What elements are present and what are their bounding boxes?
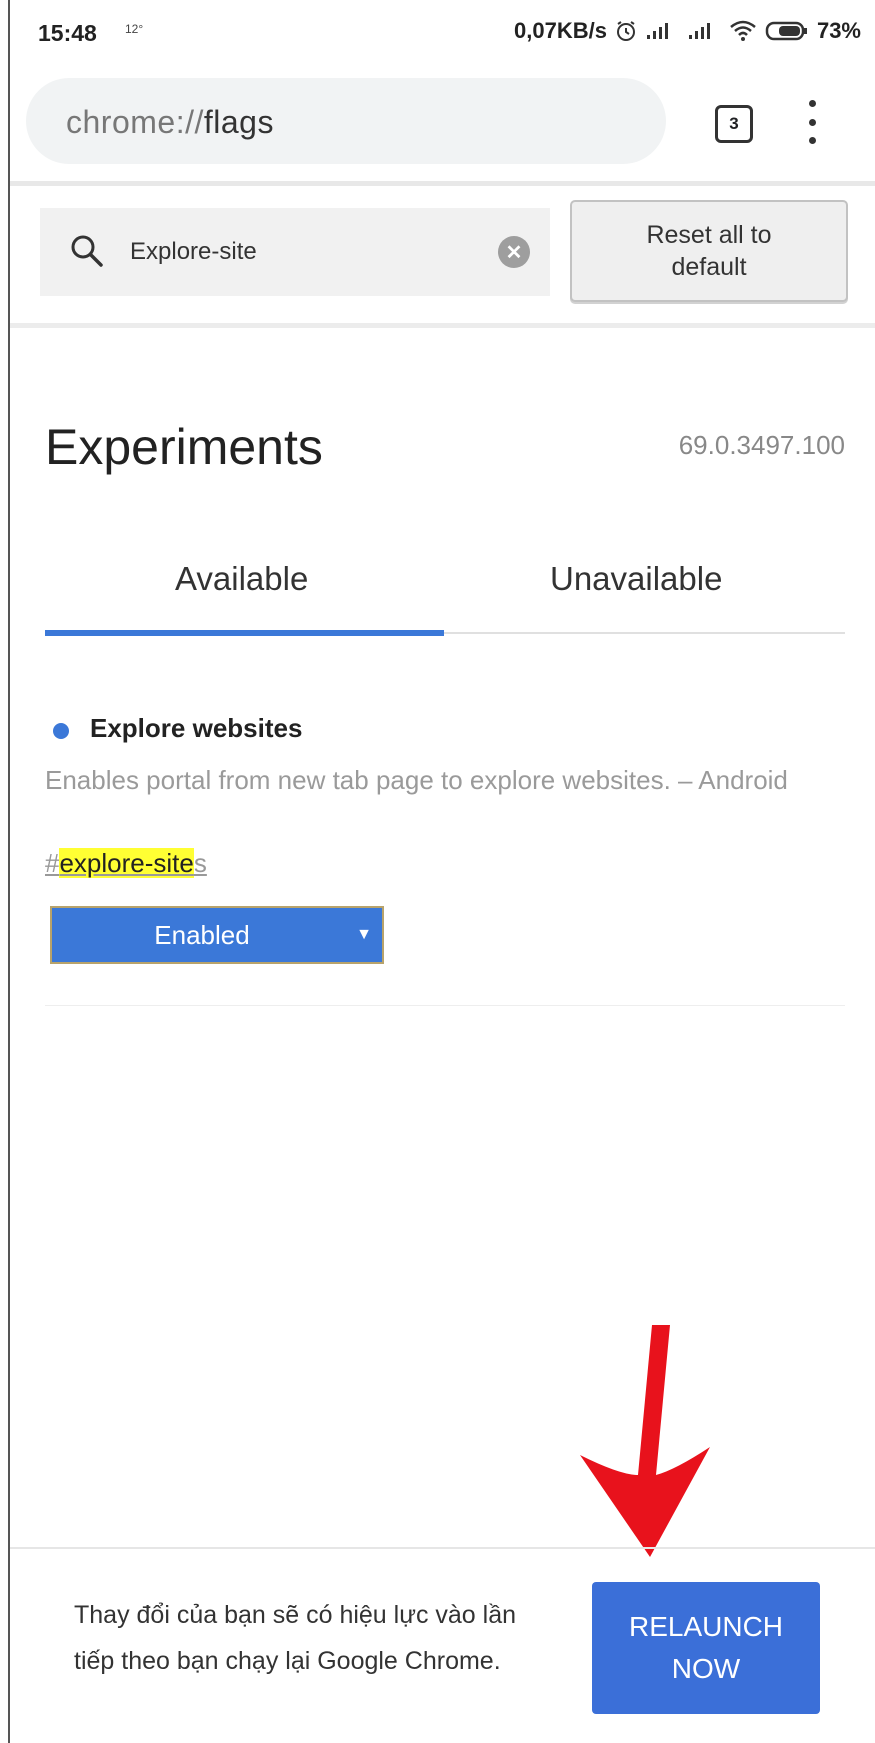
status-bar: 15:48 12° 0,07KB/s 73% [10, 0, 875, 70]
reset-label-line1: Reset all to [646, 221, 772, 249]
tab-unavailable[interactable]: Unavailable [550, 560, 722, 598]
chrome-version: 69.0.3497.100 [678, 430, 845, 460]
url-path: flags [203, 104, 274, 140]
status-time: 15:48 [38, 20, 97, 46]
relaunch-label-line2: NOW [671, 1653, 741, 1684]
tab-switcher-button[interactable]: 3 [715, 105, 753, 143]
url-scheme: chrome:// [66, 104, 204, 140]
relaunch-message-line2: tiếp theo bạn chạy lại Google Chrome. [74, 1647, 501, 1675]
status-right-group: 0,07KB/s 73% [514, 18, 861, 44]
flag-link-prefix: # [45, 848, 60, 878]
relaunch-now-button[interactable]: RELAUNCH NOW [592, 1582, 820, 1714]
signal-icon [645, 21, 679, 41]
flag-link-suffix: s [193, 848, 207, 878]
battery-icon [765, 20, 809, 42]
address-bar[interactable]: chrome://flags [26, 78, 666, 164]
signal-icon-2 [687, 21, 721, 41]
flags-search-input[interactable]: Explore-site ✕ [40, 208, 550, 296]
wifi-icon [729, 20, 757, 42]
relaunch-bar-divider [10, 1547, 875, 1549]
address-bar-url: chrome://flags [66, 104, 274, 141]
reset-all-button[interactable]: Reset all to default [570, 200, 848, 302]
clear-search-icon[interactable]: ✕ [498, 236, 530, 268]
page: 15:48 12° 0,07KB/s 73% chrome://flags 3 [10, 0, 875, 1743]
relaunch-label-line1: RELAUNCH [628, 1611, 784, 1642]
page-title: Experiments [45, 419, 323, 475]
flag-divider [45, 1005, 845, 1006]
red-arrow-annotation [580, 1325, 710, 1557]
flag-description: Enables portal from new tab page to expl… [45, 765, 788, 795]
flag-enabled-indicator [53, 723, 69, 739]
flag-title: Explore websites [90, 713, 303, 743]
search-input-value[interactable]: Explore-site [130, 238, 257, 266]
flag-link-highlight: explore-site [59, 848, 194, 878]
status-temperature: 12° [125, 22, 144, 36]
tab-available[interactable]: Available [175, 560, 308, 598]
network-speed: 0,07KB/s [514, 18, 607, 43]
reset-label-line2: default [671, 253, 747, 281]
tab-active-indicator [45, 630, 444, 636]
battery-percent: 73% [816, 18, 861, 43]
flag-anchor-link[interactable]: #explore-sites [45, 848, 207, 879]
dropdown-arrow-icon: ▼ [356, 926, 372, 943]
search-divider [10, 323, 875, 328]
flag-state-value: Enabled [154, 920, 250, 950]
search-icon [70, 234, 104, 273]
more-menu-icon[interactable] [805, 100, 819, 144]
toolbar-divider [10, 181, 875, 186]
flag-state-select[interactable]: Enabled ▼ [50, 906, 384, 964]
relaunch-message: Thay đổi của bạn sẽ có hiệu lực vào lần … [74, 1592, 584, 1684]
relaunch-message-line1: Thay đổi của bạn sẽ có hiệu lực vào lần [74, 1601, 517, 1629]
alarm-icon [615, 20, 637, 42]
